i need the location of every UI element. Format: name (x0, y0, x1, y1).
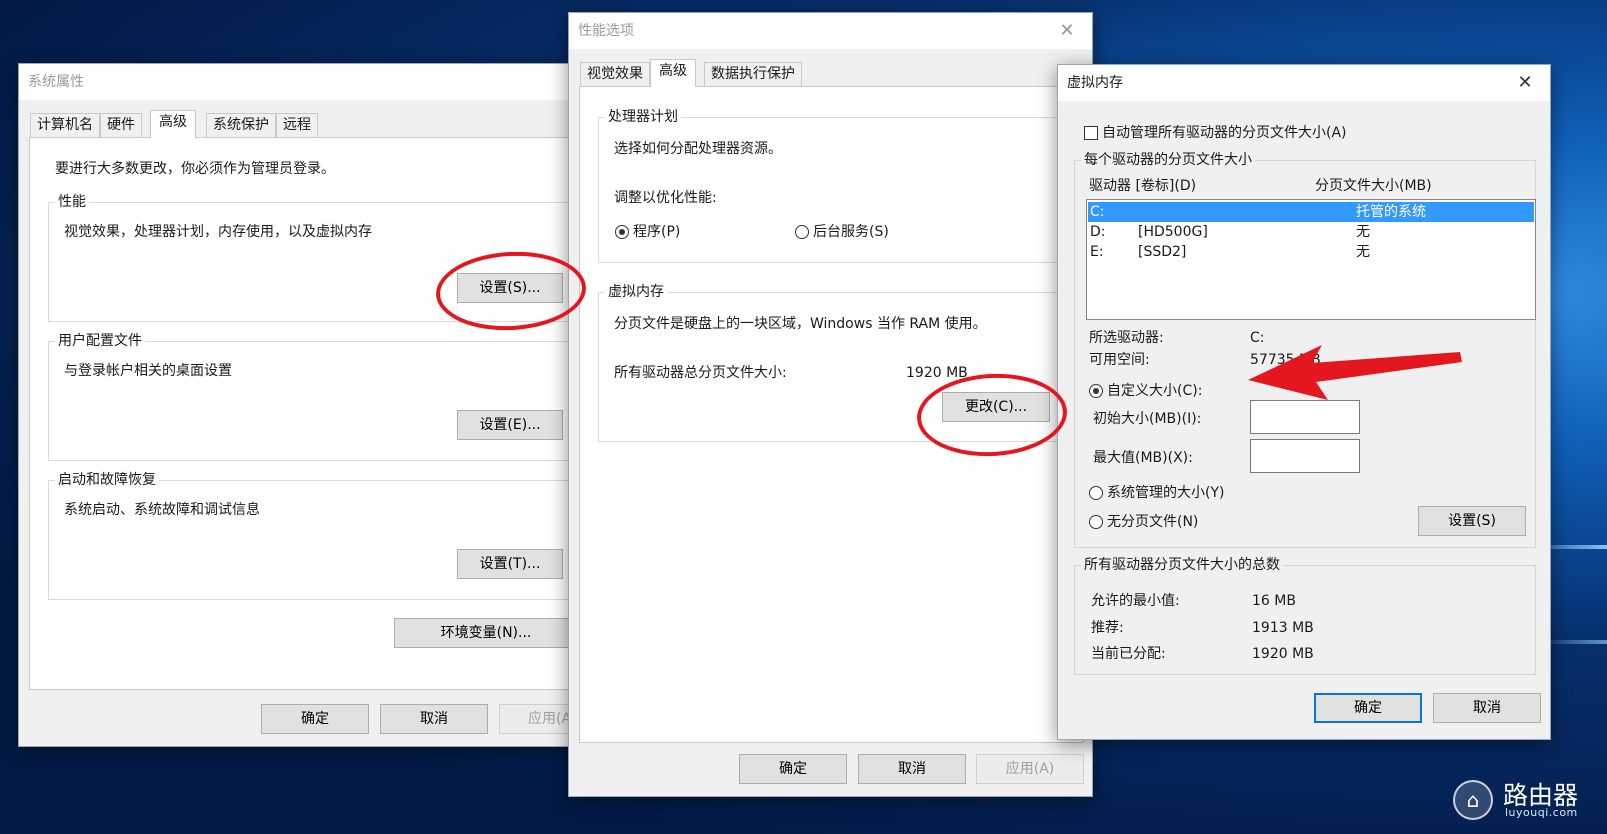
custom-size-label: 自定义大小(C): (1107, 383, 1203, 399)
tab-advanced[interactable]: 高级 (150, 110, 196, 138)
adjust-label: 调整以优化性能: (614, 190, 717, 206)
apply-button[interactable]: 应用(A) (499, 704, 578, 734)
no-paging-file-radio[interactable] (1089, 515, 1103, 529)
group-description: 视觉效果，处理器计划，内存使用，以及虚拟内存 (64, 224, 372, 240)
drive-row-c[interactable]: C: 托管的系统 (1088, 202, 1534, 222)
ok-button[interactable]: 确定 (739, 754, 847, 784)
group-title: 处理器计划 (605, 108, 681, 126)
group-description: 选择如何分配处理器资源。 (614, 141, 782, 157)
tab-hardware[interactable]: 硬件 (100, 113, 142, 137)
selected-drive-label: 所选驱动器: (1089, 330, 1164, 346)
programs-label: 程序(P) (633, 224, 681, 240)
group-title: 启动和故障恢复 (55, 471, 159, 489)
tab-dep[interactable]: 数据执行保护 (704, 62, 802, 86)
drive-label: [HD500G] (1138, 224, 1208, 240)
close-icon[interactable]: ✕ (1050, 15, 1084, 47)
drive-letter: C: (1090, 204, 1105, 220)
drive-row-e[interactable]: E: [SSD2] 无 (1088, 242, 1534, 262)
background-services-radio[interactable] (795, 225, 809, 239)
window-title: 虚拟内存 (1058, 65, 1550, 101)
auto-manage-checkbox[interactable] (1084, 126, 1098, 140)
close-icon[interactable]: ✕ (1508, 67, 1542, 99)
system-managed-radio[interactable] (1089, 486, 1103, 500)
advanced-tab-panel: 处理器计划 选择如何分配处理器资源。 调整以优化性能: 程序(P) 后台服务(S… (579, 86, 1084, 743)
drive-size: 无 (1356, 244, 1370, 260)
admin-notice: 要进行大多数更改，你必须作为管理员登录。 (55, 161, 335, 177)
tab-computer-name[interactable]: 计算机名 (30, 113, 100, 137)
system-properties-window: 系统属性 计算机名 硬件 高级 系统保护 远程 要进行大多数更改，你必须作为管理… (18, 63, 588, 747)
window-title: 性能选项 (569, 13, 1092, 49)
group-title: 每个驱动器的分页文件大小 (1081, 151, 1255, 169)
drive-row-d[interactable]: D: [HD500G] 无 (1088, 222, 1534, 242)
cancel-button[interactable]: 取消 (380, 704, 488, 734)
drive-list[interactable]: C: 托管的系统 D: [HD500G] 无 E: [SSD2] 无 (1086, 199, 1536, 320)
cancel-button[interactable]: 取消 (858, 754, 966, 784)
min-allowed-label: 允许的最小值: (1091, 593, 1180, 609)
watermark: ⌂ 路由器 luyouqi.com (1453, 778, 1593, 826)
min-allowed-value: 16 MB (1252, 593, 1296, 609)
apply-button[interactable]: 应用(A) (976, 754, 1084, 784)
free-space-value: 57735 MB (1250, 352, 1321, 368)
tab-remote[interactable]: 远程 (276, 113, 318, 137)
max-size-input[interactable] (1250, 439, 1360, 473)
selected-drive-value: C: (1250, 330, 1265, 346)
free-space-label: 可用空间: (1089, 352, 1150, 368)
recommended-value: 1913 MB (1252, 620, 1314, 636)
ok-button[interactable]: 确定 (1314, 693, 1422, 723)
set-button[interactable]: 设置(S) (1418, 506, 1526, 536)
processor-scheduling-group: 处理器计划 选择如何分配处理器资源。 调整以优化性能: 程序(P) 后台服务(S… (598, 108, 1078, 263)
cancel-button[interactable]: 取消 (1433, 693, 1541, 723)
group-description: 与登录帐户相关的桌面设置 (64, 363, 232, 379)
router-icon: ⌂ (1453, 780, 1493, 820)
no-paging-file-label: 无分页文件(N) (1107, 514, 1199, 530)
group-title: 虚拟内存 (605, 283, 667, 301)
group-description: 系统启动、系统故障和调试信息 (64, 502, 260, 518)
total-paging-label: 所有驱动器总分页文件大小: (614, 365, 787, 381)
total-paging-value: 1920 MB (906, 365, 968, 381)
environment-variables-button[interactable]: 环境变量(N)... (394, 618, 578, 648)
currently-allocated-value: 1920 MB (1252, 646, 1314, 662)
performance-options-window: 性能选项 ✕ 视觉效果 高级 数据执行保护 处理器计划 选择如何分配处理器资源。… (568, 12, 1093, 797)
system-managed-label: 系统管理的大小(Y) (1107, 485, 1225, 501)
size-column-header: 分页文件大小(MB) (1315, 178, 1432, 194)
auto-manage-label: 自动管理所有驱动器的分页文件大小(A) (1102, 125, 1347, 141)
performance-group: 性能 视觉效果，处理器计划，内存使用，以及虚拟内存 设置(S)... (48, 193, 588, 322)
drive-letter: D: (1090, 224, 1106, 240)
drive-size: 托管的系统 (1356, 204, 1426, 220)
tab-visual-effects[interactable]: 视觉效果 (580, 62, 650, 86)
window-title: 系统属性 (19, 64, 577, 100)
group-title: 性能 (55, 193, 89, 211)
watermark-url: luyouqi.com (1505, 806, 1578, 819)
virtual-memory-dialog: 虚拟内存 ✕ 自动管理所有驱动器的分页文件大小(A) 每个驱动器的分页文件大小 … (1057, 64, 1551, 740)
group-title: 所有驱动器分页文件大小的总数 (1081, 556, 1283, 574)
virtual-memory-group: 虚拟内存 分页文件是硬盘上的一块区域，Windows 当作 RAM 使用。 所有… (598, 283, 1078, 442)
startup-recovery-settings-button[interactable]: 设置(T)... (457, 549, 563, 579)
user-profiles-settings-button[interactable]: 设置(E)... (457, 410, 563, 440)
performance-settings-button[interactable]: 设置(S)... (457, 273, 563, 303)
programs-radio[interactable] (615, 225, 629, 239)
startup-recovery-group: 启动和故障恢复 系统启动、系统故障和调试信息 设置(T)... (48, 471, 588, 600)
drive-letter: E: (1090, 244, 1104, 260)
per-drive-group: 每个驱动器的分页文件大小 驱动器 [卷标](D) 分页文件大小(MB) C: 托… (1074, 151, 1536, 548)
advanced-tab-panel: 要进行大多数更改，你必须作为管理员登录。 性能 视觉效果，处理器计划，内存使用，… (29, 137, 588, 690)
user-profiles-group: 用户配置文件 与登录帐户相关的桌面设置 设置(E)... (48, 332, 588, 461)
initial-size-input[interactable] (1250, 400, 1360, 434)
ok-button[interactable]: 确定 (261, 704, 369, 734)
group-description: 分页文件是硬盘上的一块区域，Windows 当作 RAM 使用。 (614, 316, 987, 332)
max-size-label: 最大值(MB)(X): (1093, 450, 1193, 466)
background-services-label: 后台服务(S) (813, 224, 889, 240)
drive-column-header: 驱动器 [卷标](D) (1089, 178, 1197, 194)
tab-advanced[interactable]: 高级 (650, 59, 696, 87)
recommended-label: 推荐: (1091, 620, 1124, 636)
group-title: 用户配置文件 (55, 332, 145, 350)
totals-group: 所有驱动器分页文件大小的总数 允许的最小值: 16 MB 推荐: 1913 MB… (1074, 556, 1536, 675)
initial-size-label: 初始大小(MB)(I): (1093, 411, 1202, 427)
drive-size: 无 (1356, 224, 1370, 240)
drive-label: [SSD2] (1138, 244, 1187, 260)
tab-system-protection[interactable]: 系统保护 (206, 113, 276, 137)
custom-size-radio[interactable] (1089, 384, 1103, 398)
change-button[interactable]: 更改(C)... (942, 392, 1050, 422)
currently-allocated-label: 当前已分配: (1091, 646, 1166, 662)
